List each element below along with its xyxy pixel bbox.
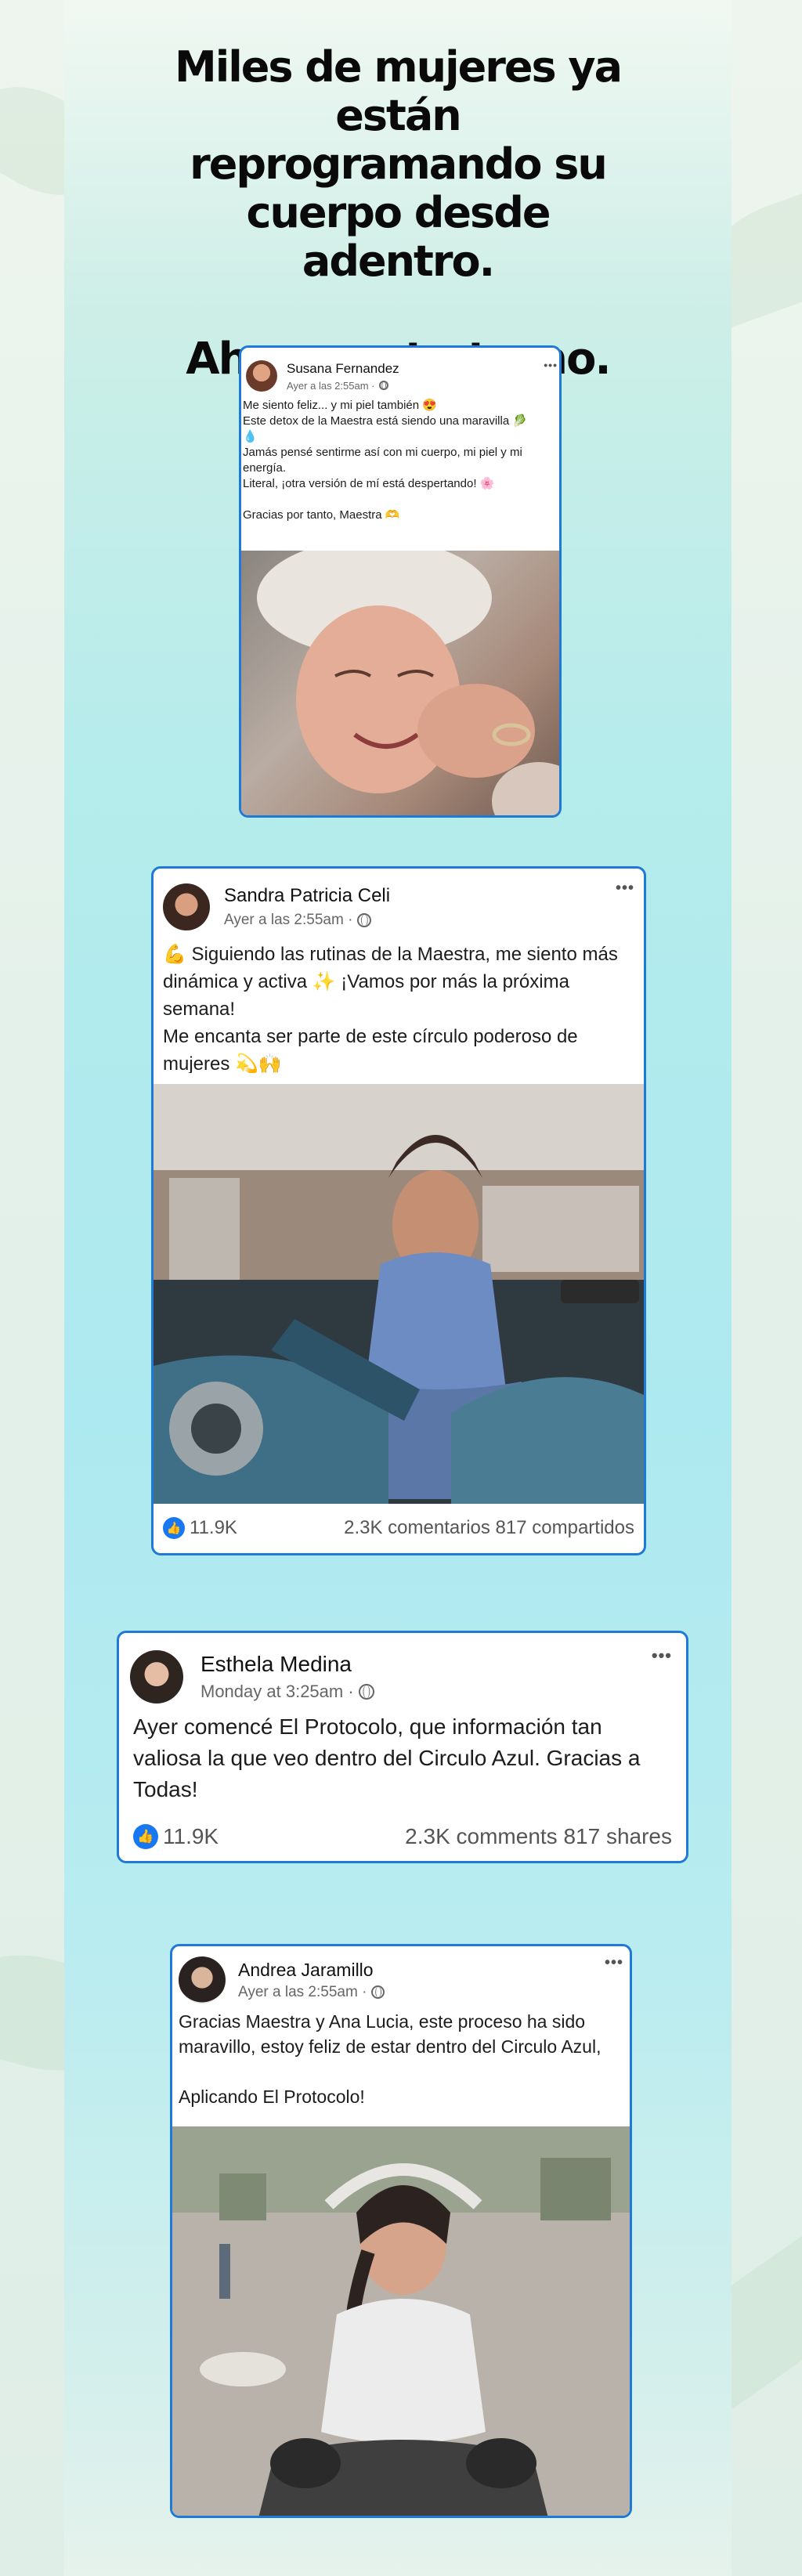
globe-icon — [379, 381, 389, 390]
page-headline: Miles de mujeres ya están reprogramando … — [64, 43, 732, 385]
post-photo-illustration — [257, 551, 559, 815]
post-meta: Ayer a las 2:55am · — [287, 380, 399, 392]
post-stats[interactable]: 2.3K comments 817 shares — [405, 1824, 672, 1849]
post-text: Gracias Maestra y Ana Lucia, este proces… — [179, 2011, 602, 2107]
more-options-icon[interactable]: ••• — [616, 880, 634, 898]
author-name[interactable]: Esthela Medina — [200, 1652, 374, 1677]
post-text: 💪 Siguiendo las rutinas de la Maestra, m… — [163, 944, 618, 1073]
post-time[interactable]: Ayer a las 2:55am · — [287, 380, 374, 392]
avatar[interactable] — [246, 360, 277, 392]
author-name[interactable]: Andrea Jaramillo — [238, 1960, 385, 1981]
post-text: Ayer comencé El Protocolo, que informaci… — [133, 1714, 641, 1801]
likes-count: 11.9K — [163, 1824, 219, 1848]
post-footer: 👍 11.9K 2.3K comentarios 817 compartidos — [154, 1503, 644, 1553]
post-photo[interactable] — [154, 1084, 644, 1504]
post-header: Esthela Medina Monday at 3:25am · ••• — [119, 1633, 686, 1708]
post-photo-illustration — [172, 2126, 630, 2516]
headline-line-1: Miles de mujeres ya están reprogramando … — [174, 42, 623, 286]
avatar[interactable] — [163, 883, 210, 930]
post-meta: Monday at 3:25am · — [200, 1682, 374, 1702]
like-icon: 👍 — [163, 1517, 185, 1539]
more-options-icon[interactable]: ••• — [652, 1646, 672, 1666]
like-icon: 👍 — [133, 1824, 158, 1849]
post-footer: 👍 11.9K 2.3K comments 817 shares — [119, 1812, 686, 1861]
globe-icon — [358, 1684, 374, 1700]
post-header: Andrea Jaramillo Ayer a las 2:55am · ••• — [172, 1946, 630, 2006]
avatar[interactable] — [179, 1956, 226, 2003]
post-card: Susana Fernandez Ayer a las 2:55am · •••… — [239, 345, 562, 818]
post-card: Esthela Medina Monday at 3:25am · ••• Ay… — [117, 1631, 688, 1863]
post-meta: Ayer a las 2:55am · — [238, 1984, 385, 2001]
post-photo[interactable] — [172, 2126, 630, 2516]
post-header: Sandra Patricia Celi Ayer a las 2:55am ·… — [154, 869, 644, 934]
post-photo-illustration — [154, 1084, 644, 1504]
avatar[interactable] — [130, 1650, 183, 1703]
globe-icon — [371, 1985, 385, 1999]
post-photo[interactable] — [241, 551, 559, 815]
author-name[interactable]: Sandra Patricia Celi — [224, 885, 390, 907]
post-stats[interactable]: 2.3K comentarios 817 compartidos — [344, 1517, 634, 1539]
likes-count: 11.9K — [190, 1517, 237, 1538]
more-options-icon[interactable]: ••• — [544, 359, 558, 371]
post-text: Me siento feliz... y mi piel también 😍 E… — [243, 399, 528, 522]
globe-icon — [357, 913, 372, 927]
post-header: Susana Fernandez Ayer a las 2:55am · ••• — [241, 348, 559, 396]
reactions[interactable]: 👍 11.9K — [163, 1517, 237, 1539]
reactions[interactable]: 👍 11.9K — [133, 1824, 219, 1849]
post-card: Sandra Patricia Celi Ayer a las 2:55am ·… — [151, 866, 646, 1555]
post-time[interactable]: Ayer a las 2:55am · — [224, 912, 352, 929]
post-time[interactable]: Monday at 3:25am · — [200, 1682, 354, 1702]
post-card: Andrea Jaramillo Ayer a las 2:55am · •••… — [170, 1944, 632, 2518]
post-time[interactable]: Ayer a las 2:55am · — [238, 1984, 367, 2001]
more-options-icon[interactable]: ••• — [605, 1954, 623, 1972]
post-meta: Ayer a las 2:55am · — [224, 912, 390, 929]
author-name[interactable]: Susana Fernandez — [287, 361, 399, 377]
